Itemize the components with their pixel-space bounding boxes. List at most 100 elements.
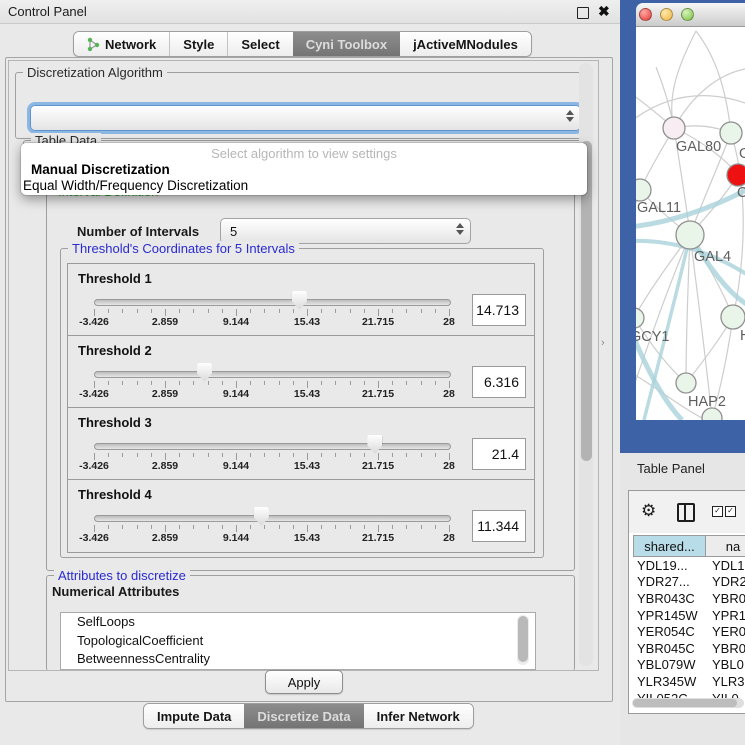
- apply-button[interactable]: Apply: [265, 670, 343, 694]
- threshold-slider[interactable]: -3.4262.8599.14415.4321.71528: [94, 364, 449, 398]
- table-cell[interactable]: YLR345W: [633, 674, 706, 689]
- tick-label: 2.859: [152, 316, 178, 328]
- table-cell[interactable]: YBL0: [706, 657, 744, 672]
- table-cell[interactable]: YLR3: [706, 674, 745, 689]
- network-node[interactable]: [676, 373, 696, 393]
- threshold-slider[interactable]: -3.4262.8599.14415.4321.71528: [94, 508, 449, 542]
- zoom-traffic-light-icon[interactable]: [681, 8, 694, 21]
- tab-jactivemnodules[interactable]: jActiveMNodules: [400, 32, 531, 56]
- tab-select[interactable]: Select: [227, 32, 292, 56]
- table-row[interactable]: YER054CYER0: [633, 623, 745, 640]
- table-cell[interactable]: YIL052C: [633, 691, 706, 698]
- network-edge[interactable]: [674, 69, 745, 128]
- table-row[interactable]: YLR345WYLR3: [633, 673, 745, 690]
- gear-icon[interactable]: ⚙: [641, 501, 656, 521]
- tick-label: -3.426: [79, 316, 109, 328]
- threshold-slider[interactable]: -3.4262.8599.14415.4321.71528: [94, 292, 449, 326]
- network-node[interactable]: [721, 305, 745, 329]
- minimize-traffic-light-icon[interactable]: [660, 8, 673, 21]
- table-row[interactable]: YDR27...YDR2: [633, 574, 745, 591]
- threshold-value-field[interactable]: 6.316: [472, 366, 526, 398]
- slider-thumb[interactable]: [367, 435, 382, 454]
- scrollbar-thumb[interactable]: [518, 616, 528, 662]
- table-hscrollbar[interactable]: [632, 698, 744, 708]
- tab-discretize-data[interactable]: Discretize Data: [244, 704, 363, 728]
- slider-thumb[interactable]: [197, 363, 212, 382]
- popup-option-manual-discretization[interactable]: Manual Discretization: [31, 162, 170, 177]
- tab-style[interactable]: Style: [169, 32, 227, 56]
- threshold-value-field[interactable]: 21.4: [472, 438, 526, 470]
- table-row[interactable]: YBL079WYBL0: [633, 657, 745, 674]
- slider-thumb[interactable]: [292, 291, 307, 310]
- algorithm-combo[interactable]: [30, 105, 581, 131]
- tab-infer-network[interactable]: Infer Network: [364, 704, 473, 728]
- threshold-value-field[interactable]: 11.344: [472, 510, 526, 542]
- table-row[interactable]: YBR043CYBR0: [633, 590, 745, 607]
- list-scrollbar[interactable]: [517, 615, 529, 665]
- checkbox-icon[interactable]: ✓: [712, 506, 723, 517]
- table-cell[interactable]: YBL079W: [633, 657, 706, 672]
- network-window-titlebar[interactable]: [636, 3, 745, 27]
- slider-track[interactable]: [94, 299, 451, 306]
- tab-impute-data[interactable]: Impute Data: [144, 704, 244, 728]
- network-node[interactable]: [727, 164, 745, 186]
- slider-track[interactable]: [94, 515, 451, 522]
- table-cell[interactable]: YER0: [706, 624, 745, 639]
- network-node-label: GAL80: [676, 139, 721, 155]
- slider-track[interactable]: [94, 371, 451, 378]
- network-node[interactable]: [663, 117, 685, 139]
- table-row[interactable]: YBR045CYBR0: [633, 640, 745, 657]
- table-cell[interactable]: YDR2: [706, 574, 745, 589]
- popup-option-equal-width-frequency[interactable]: Equal Width/Frequency Discretization: [23, 178, 248, 193]
- table-cell[interactable]: YPR145W: [633, 608, 706, 623]
- float-window-icon[interactable]: [577, 7, 589, 19]
- threshold-value-field[interactable]: 14.713: [472, 294, 526, 326]
- combo-stepper-icon: [566, 110, 574, 122]
- tab-cyni-toolbox[interactable]: Cyni Toolbox: [293, 32, 400, 56]
- column-header-name[interactable]: na: [706, 535, 745, 557]
- discretize-form-scrollpane: Discretization Algorithm Table Data galF…: [8, 60, 599, 671]
- close-traffic-light-icon[interactable]: [639, 8, 652, 21]
- table-cell[interactable]: YPR1: [706, 608, 745, 623]
- table-cell[interactable]: YBR043C: [633, 591, 706, 606]
- attribute-list-item[interactable]: TopologicalCoefficient: [61, 632, 535, 651]
- table-cell[interactable]: YDR27...: [633, 574, 706, 589]
- table-cell[interactable]: YDL19...: [633, 558, 706, 573]
- network-node[interactable]: [720, 122, 742, 144]
- close-icon[interactable]: ✖: [598, 3, 610, 20]
- table-row[interactable]: YDL19...YDL1: [633, 557, 745, 574]
- table-row[interactable]: YPR145WYPR1: [633, 607, 745, 624]
- combo-value: 5: [230, 224, 237, 239]
- network-node[interactable]: [676, 221, 704, 249]
- network-node[interactable]: [636, 308, 644, 328]
- slider-tick-labels: -3.4262.8599.14415.4321.71528: [94, 460, 449, 472]
- column-header-shared-name[interactable]: shared...: [633, 535, 706, 557]
- table-row[interactable]: YIL052CYIL0: [633, 690, 745, 698]
- attribute-list-item[interactable]: SelfLoops: [61, 613, 535, 632]
- slider-thumb[interactable]: [254, 507, 269, 526]
- tick-label: 9.144: [223, 388, 249, 400]
- table-cell[interactable]: YDL1: [706, 558, 745, 573]
- table-cell[interactable]: YIL0: [706, 691, 739, 698]
- numerical-attributes-list[interactable]: SelfLoopsTopologicalCoefficientBetweenne…: [60, 612, 536, 670]
- attribute-list-item[interactable]: BetweennessCentrality: [61, 650, 535, 669]
- slider-tick-labels: -3.4262.8599.14415.4321.71528: [94, 388, 449, 400]
- threshold-panel-3: Threshold 3 -3.4262.8599.14415.4321.7152…: [67, 407, 535, 481]
- checkbox-icon[interactable]: ✓: [725, 506, 736, 517]
- tick-label: 21.715: [362, 460, 394, 472]
- threshold-slider[interactable]: -3.4262.8599.14415.4321.71528: [94, 436, 449, 470]
- group-title: Threshold's Coordinates for 5 Intervals: [68, 241, 299, 256]
- table-cell[interactable]: YER054C: [633, 624, 706, 639]
- tab-network[interactable]: Network: [74, 32, 169, 56]
- scrollbar-thumb[interactable]: [633, 699, 737, 707]
- table-cell[interactable]: YBR045C: [633, 641, 706, 656]
- slider-track[interactable]: [94, 443, 451, 450]
- network-node[interactable]: [636, 179, 651, 201]
- tab-label: Select: [241, 37, 279, 52]
- table-cell[interactable]: YBR0: [706, 591, 745, 606]
- network-canvas[interactable]: GAL80GALCGAL11GAL4GCY1HHAP2: [636, 27, 745, 420]
- columns-icon[interactable]: [677, 503, 695, 522]
- table-cell[interactable]: YBR0: [706, 641, 745, 656]
- splitter-collapse-handle[interactable]: ›: [601, 337, 605, 349]
- network-edge[interactable]: [672, 31, 696, 128]
